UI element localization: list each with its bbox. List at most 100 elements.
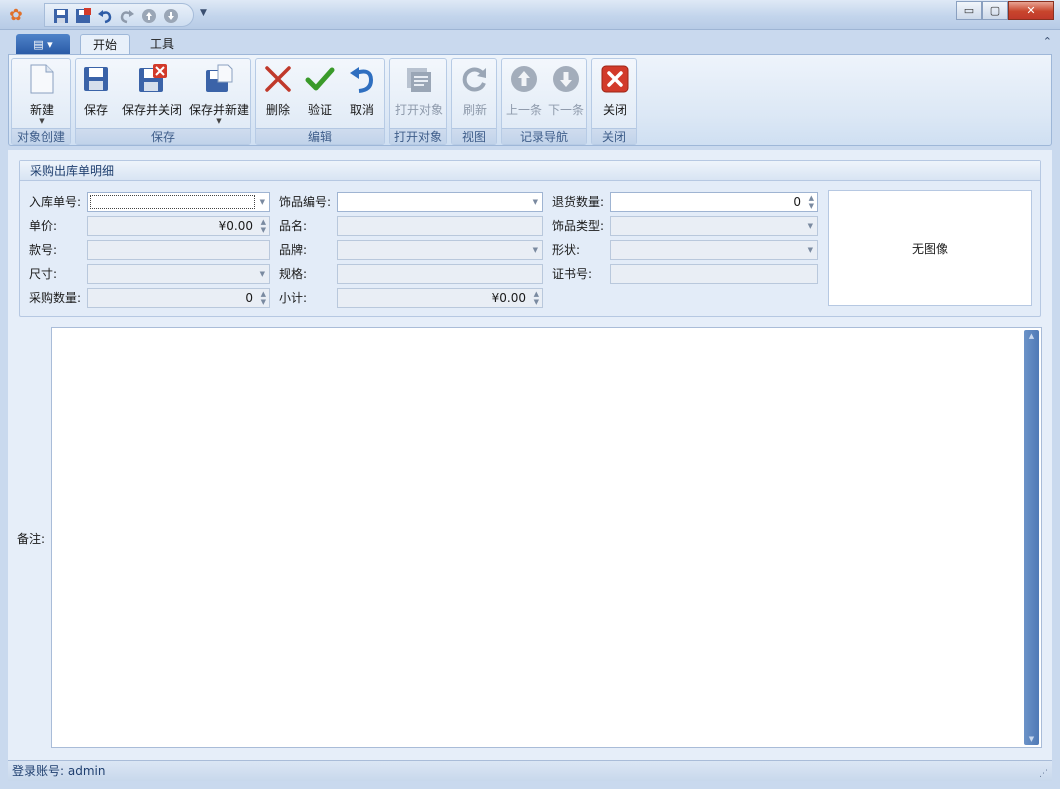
chevron-down-icon[interactable]: ▼ <box>260 193 265 211</box>
cancel-label: 取消 <box>349 103 374 117</box>
remark-label: 备注: <box>17 532 46 546</box>
save-and-new-label: 保存并新建 <box>188 103 249 117</box>
size-combo[interactable]: ▼ <box>87 264 270 284</box>
customize-qat-dropdown[interactable]: ▼ <box>200 8 207 18</box>
next-record-label: 下一条 <box>547 103 584 117</box>
chevron-down-icon[interactable]: ▼ <box>808 241 813 259</box>
tab-start[interactable]: 开始 <box>80 34 131 55</box>
return-qty-value: 0 <box>793 195 801 209</box>
spinner-arrows-icon[interactable]: ▲ ▼ <box>261 290 266 306</box>
style-no-label: 款号: <box>29 243 58 257</box>
close-button[interactable]: 关闭 <box>594 63 636 118</box>
title-bar: ✿ ▼ ▭ ▢ ✕ <box>0 0 1060 30</box>
group-label-edit: 编辑 <box>256 128 384 144</box>
purchase-qty-spinner[interactable]: 0 ▲ ▼ <box>87 288 270 308</box>
purchase-qty-value: 0 <box>245 291 253 305</box>
resize-grip-icon[interactable]: ⋰ <box>1039 764 1048 784</box>
checkmark-icon <box>305 67 335 91</box>
undo-icon[interactable] <box>97 8 113 24</box>
save-and-close-label: 保存并关闭 <box>121 103 182 117</box>
item-code-label: 饰品编号: <box>279 195 332 209</box>
spinner-arrows-icon[interactable]: ▲ ▼ <box>534 290 539 306</box>
return-qty-spinner[interactable]: 0 ▲ ▼ <box>610 192 818 212</box>
verify-label: 验证 <box>307 103 332 117</box>
maximize-button[interactable]: ▢ <box>982 1 1008 20</box>
save-close-icon <box>139 64 167 92</box>
group-close: 关闭 关闭 <box>591 58 637 145</box>
size-label: 尺寸: <box>29 267 58 281</box>
app-icon[interactable]: ✿ <box>7 6 25 24</box>
save-close-icon[interactable] <box>75 8 91 24</box>
chevron-down-icon[interactable]: ▼ <box>533 193 538 211</box>
scroll-up-icon[interactable]: ▲ <box>1024 332 1039 340</box>
delete-label: 删除 <box>265 103 290 117</box>
refresh-button[interactable]: 刷新 <box>454 63 496 118</box>
brand-combo[interactable]: ▼ <box>337 240 543 260</box>
minimize-button[interactable]: ▭ <box>956 1 982 20</box>
up-icon[interactable] <box>141 8 157 24</box>
shape-combo[interactable]: ▼ <box>610 240 818 260</box>
spinner-arrows-icon[interactable]: ▲ ▼ <box>261 218 266 234</box>
arrow-down-circle-icon <box>553 66 579 92</box>
verify-button[interactable]: 验证 <box>300 63 340 118</box>
item-code-combo[interactable]: ▼ <box>337 192 543 212</box>
tab-tools[interactable]: 工具 <box>138 34 186 55</box>
group-label-record-navigation: 记录导航 <box>502 128 586 144</box>
group-edit: 删除 验证 取消 编辑 <box>255 58 385 145</box>
quick-access-toolbar <box>44 3 194 27</box>
delete-button[interactable]: 删除 <box>258 63 298 118</box>
subtotal-spinner[interactable]: ¥0.00 ▲ ▼ <box>337 288 543 308</box>
vertical-scrollbar[interactable]: ▲ ▼ <box>1024 330 1039 745</box>
save-and-new-button[interactable]: 保存并新建 ▼ <box>188 63 250 125</box>
save-label: 保存 <box>83 103 108 117</box>
app-menu-button[interactable]: ▤ ▾ <box>16 34 70 54</box>
spec-label: 规格: <box>279 267 308 281</box>
save-icon[interactable] <box>53 8 69 24</box>
new-document-icon <box>30 64 54 94</box>
chevron-down-icon[interactable]: ▼ <box>533 241 538 259</box>
ribbon: 新建 ▼ 对象创建 保存 保存并关闭 保存并新建 ▼ 保存 删除 验证 取消 编… <box>8 54 1052 146</box>
spec-field[interactable] <box>337 264 543 284</box>
close-window-button[interactable]: ✕ <box>1008 1 1054 20</box>
inbound-no-combo[interactable]: ▼ <box>87 192 270 212</box>
return-qty-label: 退货数量: <box>552 195 605 209</box>
down-icon[interactable] <box>163 8 179 24</box>
delete-x-icon <box>265 66 291 92</box>
subtotal-label: 小计: <box>279 291 308 305</box>
group-label-view: 视图 <box>452 128 496 144</box>
chevron-down-icon[interactable]: ▼ <box>260 265 265 283</box>
shape-label: 形状: <box>552 243 581 257</box>
collapse-ribbon-icon[interactable]: ⌃ <box>1043 35 1052 48</box>
save-disk-icon <box>84 67 108 91</box>
previous-record-button[interactable]: 上一条 <box>504 63 544 118</box>
redo-icon[interactable] <box>119 8 135 24</box>
arrow-up-circle-icon <box>511 66 537 92</box>
next-record-button[interactable]: 下一条 <box>546 63 586 118</box>
item-type-label: 饰品类型: <box>552 219 605 233</box>
group-view: 刷新 视图 <box>451 58 497 145</box>
unit-price-label: 单价: <box>29 219 58 233</box>
open-object-icon <box>407 68 431 92</box>
item-type-combo[interactable]: ▼ <box>610 216 818 236</box>
undo-arrow-icon <box>350 67 374 93</box>
scroll-down-icon[interactable]: ▼ <box>1024 735 1039 743</box>
cert-no-field[interactable] <box>610 264 818 284</box>
no-image-text: 无图像 <box>911 241 948 256</box>
group-open-object: 打开对象 打开对象 <box>389 58 447 145</box>
unit-price-spinner[interactable]: ¥0.00 ▲ ▼ <box>87 216 270 236</box>
spinner-arrows-icon[interactable]: ▲ ▼ <box>809 194 814 210</box>
save-and-close-button[interactable]: 保存并关闭 <box>120 63 184 118</box>
open-object-button[interactable]: 打开对象 <box>392 63 446 118</box>
item-image-box[interactable]: 无图像 <box>828 190 1032 306</box>
remark-textarea[interactable]: ▲ ▼ <box>51 327 1042 748</box>
purchase-qty-label: 采购数量: <box>29 291 82 305</box>
cancel-button[interactable]: 取消 <box>342 63 382 118</box>
style-no-field[interactable] <box>87 240 270 260</box>
chevron-down-icon[interactable]: ▼ <box>808 217 813 235</box>
group-label-open-object: 打开对象 <box>390 128 446 144</box>
group-record-navigation: 上一条 下一条 记录导航 <box>501 58 587 145</box>
new-button[interactable]: 新建 ▼ <box>18 63 66 125</box>
item-name-field[interactable] <box>337 216 543 236</box>
save-button[interactable]: 保存 <box>78 63 114 118</box>
new-dropdown-arrow: ▼ <box>39 117 45 125</box>
